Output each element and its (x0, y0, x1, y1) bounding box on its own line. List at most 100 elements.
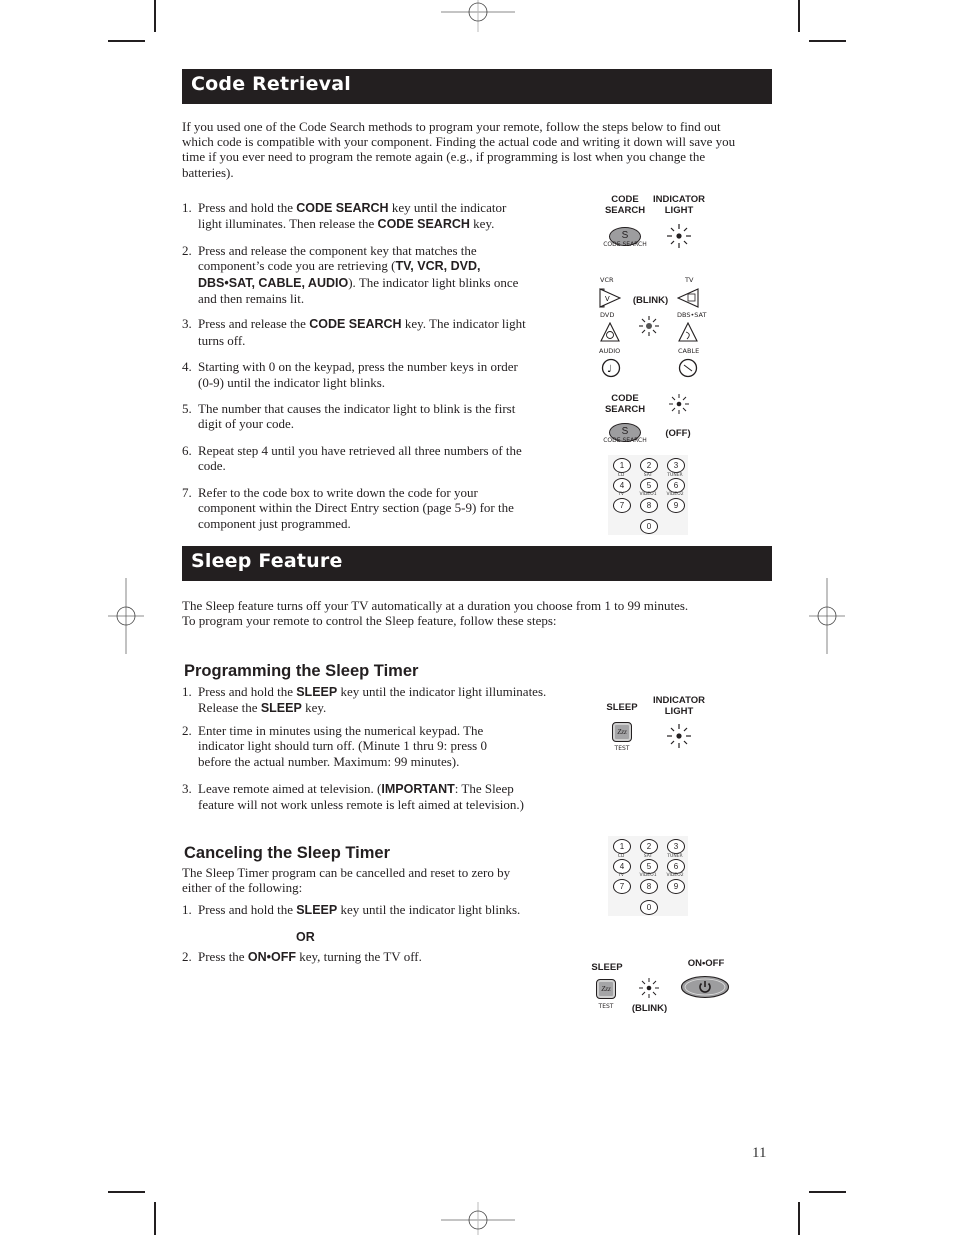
blink-label: (BLINK) (632, 295, 669, 306)
step-item: 6. Repeat step 4 until you have retrieve… (182, 442, 522, 474)
registration-mark-right (809, 578, 845, 654)
key-7[interactable]: 7 (613, 879, 631, 894)
audio-label: AUDIO (599, 347, 621, 355)
code-search-label: CODE SEARCH (604, 194, 646, 216)
blink-label: (BLINK) (631, 1003, 668, 1014)
programming-heading: Programming the Sleep Timer (184, 662, 419, 680)
key-4[interactable]: 4 (613, 859, 631, 874)
key-1[interactable]: 1 (613, 839, 631, 854)
sleep-key[interactable]: Zzz (612, 722, 632, 742)
key-sublabel: VIDEO2 (666, 492, 684, 497)
registration-mark-top (441, 0, 515, 32)
cable-key[interactable] (678, 358, 698, 378)
tv-label: TV (685, 276, 694, 284)
svg-text:V: V (605, 296, 610, 303)
key-0[interactable]: 0 (640, 519, 658, 534)
crop-mark (108, 40, 145, 42)
registration-mark-bottom (441, 1202, 515, 1235)
key-sublabel: VIDEO1 (639, 492, 657, 497)
step-item: 2. Enter time in minutes using the numer… (182, 722, 487, 769)
crop-mark (798, 1202, 800, 1235)
canceling-step-1: 1. Press and hold the SLEEP key until th… (182, 902, 562, 918)
key-3[interactable]: 3 (667, 458, 685, 473)
crop-mark (798, 0, 800, 32)
key-5[interactable]: 5 (640, 478, 658, 493)
programming-steps: 1. Press and hold the SLEEP key until th… (182, 684, 547, 813)
canceling-step-2: 2. Press the ON•OFF key, turning the TV … (182, 949, 562, 965)
indicator-light-label: INDICATOR LIGHT (653, 695, 705, 717)
crop-mark (108, 1191, 145, 1193)
off-label: (OFF) (665, 428, 691, 439)
key-2[interactable]: 2 (640, 839, 658, 854)
key-5[interactable]: 5 (640, 859, 658, 874)
key-8[interactable]: 8 (640, 879, 658, 894)
canceling-heading: Canceling the Sleep Timer (184, 844, 391, 862)
step-item: 2. Press the ON•OFF key, turning the TV … (182, 949, 422, 964)
key-6[interactable]: 6 (667, 859, 685, 874)
crop-mark (154, 0, 156, 32)
sleep-key[interactable]: Zzz (596, 979, 616, 999)
step-item: 7. Refer to the code box to write down t… (182, 484, 514, 531)
step-item: 1. Press and hold the SLEEP key until th… (182, 902, 521, 917)
section-title: Code Retrieval (191, 73, 351, 95)
number-keypad: 1 2 3 CD SAT TUNER 4 5 6 TV VIDEO1 VIDEO… (608, 836, 688, 916)
key-sublabel: TV (618, 492, 624, 497)
step-item: 2. Press and release the component key t… (182, 242, 519, 307)
indicator-light-label: INDICATOR LIGHT (653, 194, 705, 216)
blink-light-icon (639, 978, 659, 998)
dbs-sat-key[interactable] (678, 322, 698, 342)
key-7[interactable]: 7 (613, 498, 631, 513)
or-label: OR (296, 930, 315, 944)
cable-label: CABLE (678, 347, 700, 355)
sleep-intro-line-2: To program your remote to control the Sl… (182, 613, 557, 628)
key-3[interactable]: 3 (667, 839, 685, 854)
vcr-label: VCR (600, 276, 614, 284)
key-sublabel: VIDEO1 (639, 873, 657, 878)
canceling-intro: The Sleep Timer program can be cancelled… (182, 865, 511, 896)
step-item: 3. Press and release the CODE SEARCH key… (182, 316, 526, 348)
key-9[interactable]: 9 (667, 879, 685, 894)
key-sublabel: VIDEO2 (666, 873, 684, 878)
code-search-label-2: CODE SEARCH (604, 393, 646, 415)
audio-key[interactable]: ♩ (601, 358, 621, 378)
dbs-sat-label: DBS•SAT (677, 311, 707, 319)
step-item: 4. Starting with 0 on the keypad, press … (182, 359, 518, 390)
onoff-key[interactable] (680, 975, 730, 999)
key-9[interactable]: 9 (667, 498, 685, 513)
section-title: Sleep Feature (191, 550, 343, 572)
blink-light-icon (639, 316, 659, 336)
indicator-light-icon (667, 724, 691, 748)
step-item: 3. Leave remote aimed at television. (IM… (182, 781, 524, 813)
tv-key[interactable] (677, 288, 699, 308)
step-item: 1. Press and hold the SLEEP key until th… (182, 684, 547, 716)
dvd-key[interactable] (600, 322, 620, 342)
key-0[interactable]: 0 (640, 900, 658, 915)
sleep-key-caption: TEST (614, 745, 630, 752)
dvd-label: DVD (600, 311, 615, 319)
code-retrieval-intro: If you used one of the Code Search metho… (182, 119, 736, 180)
svg-text:♩: ♩ (607, 364, 612, 375)
key-sublabel: TV (618, 873, 624, 878)
sleep-key-caption: TEST (598, 1003, 614, 1010)
sleep-label: SLEEP (591, 962, 623, 973)
code-search-key-caption: CODE SEARCH (603, 241, 647, 248)
code-retrieval-header: Code Retrieval (182, 69, 772, 104)
sleep-feature-header: Sleep Feature (182, 546, 772, 581)
indicator-light-icon (669, 394, 689, 414)
vcr-key[interactable]: V (599, 288, 621, 308)
indicator-light-icon (667, 224, 691, 248)
key-2[interactable]: 2 (640, 458, 658, 473)
crop-mark (809, 1191, 846, 1193)
step-item: 1. Press and hold the CODE SEARCH key un… (182, 200, 507, 232)
key-1[interactable]: 1 (613, 458, 631, 473)
onoff-label: ON•OFF (687, 958, 725, 969)
key-8[interactable]: 8 (640, 498, 658, 513)
sleep-intro-line-1: The Sleep feature turns off your TV auto… (182, 598, 689, 613)
key-6[interactable]: 6 (667, 478, 685, 493)
key-4[interactable]: 4 (613, 478, 631, 493)
step-item: 5. The number that causes the indicator … (182, 401, 516, 432)
number-keypad: 1 2 3 CD SAT TUNER 4 5 6 TV VIDEO1 VIDEO… (608, 455, 688, 535)
registration-mark-left (108, 578, 144, 654)
crop-mark (809, 40, 846, 42)
sleep-label: SLEEP (606, 702, 638, 713)
